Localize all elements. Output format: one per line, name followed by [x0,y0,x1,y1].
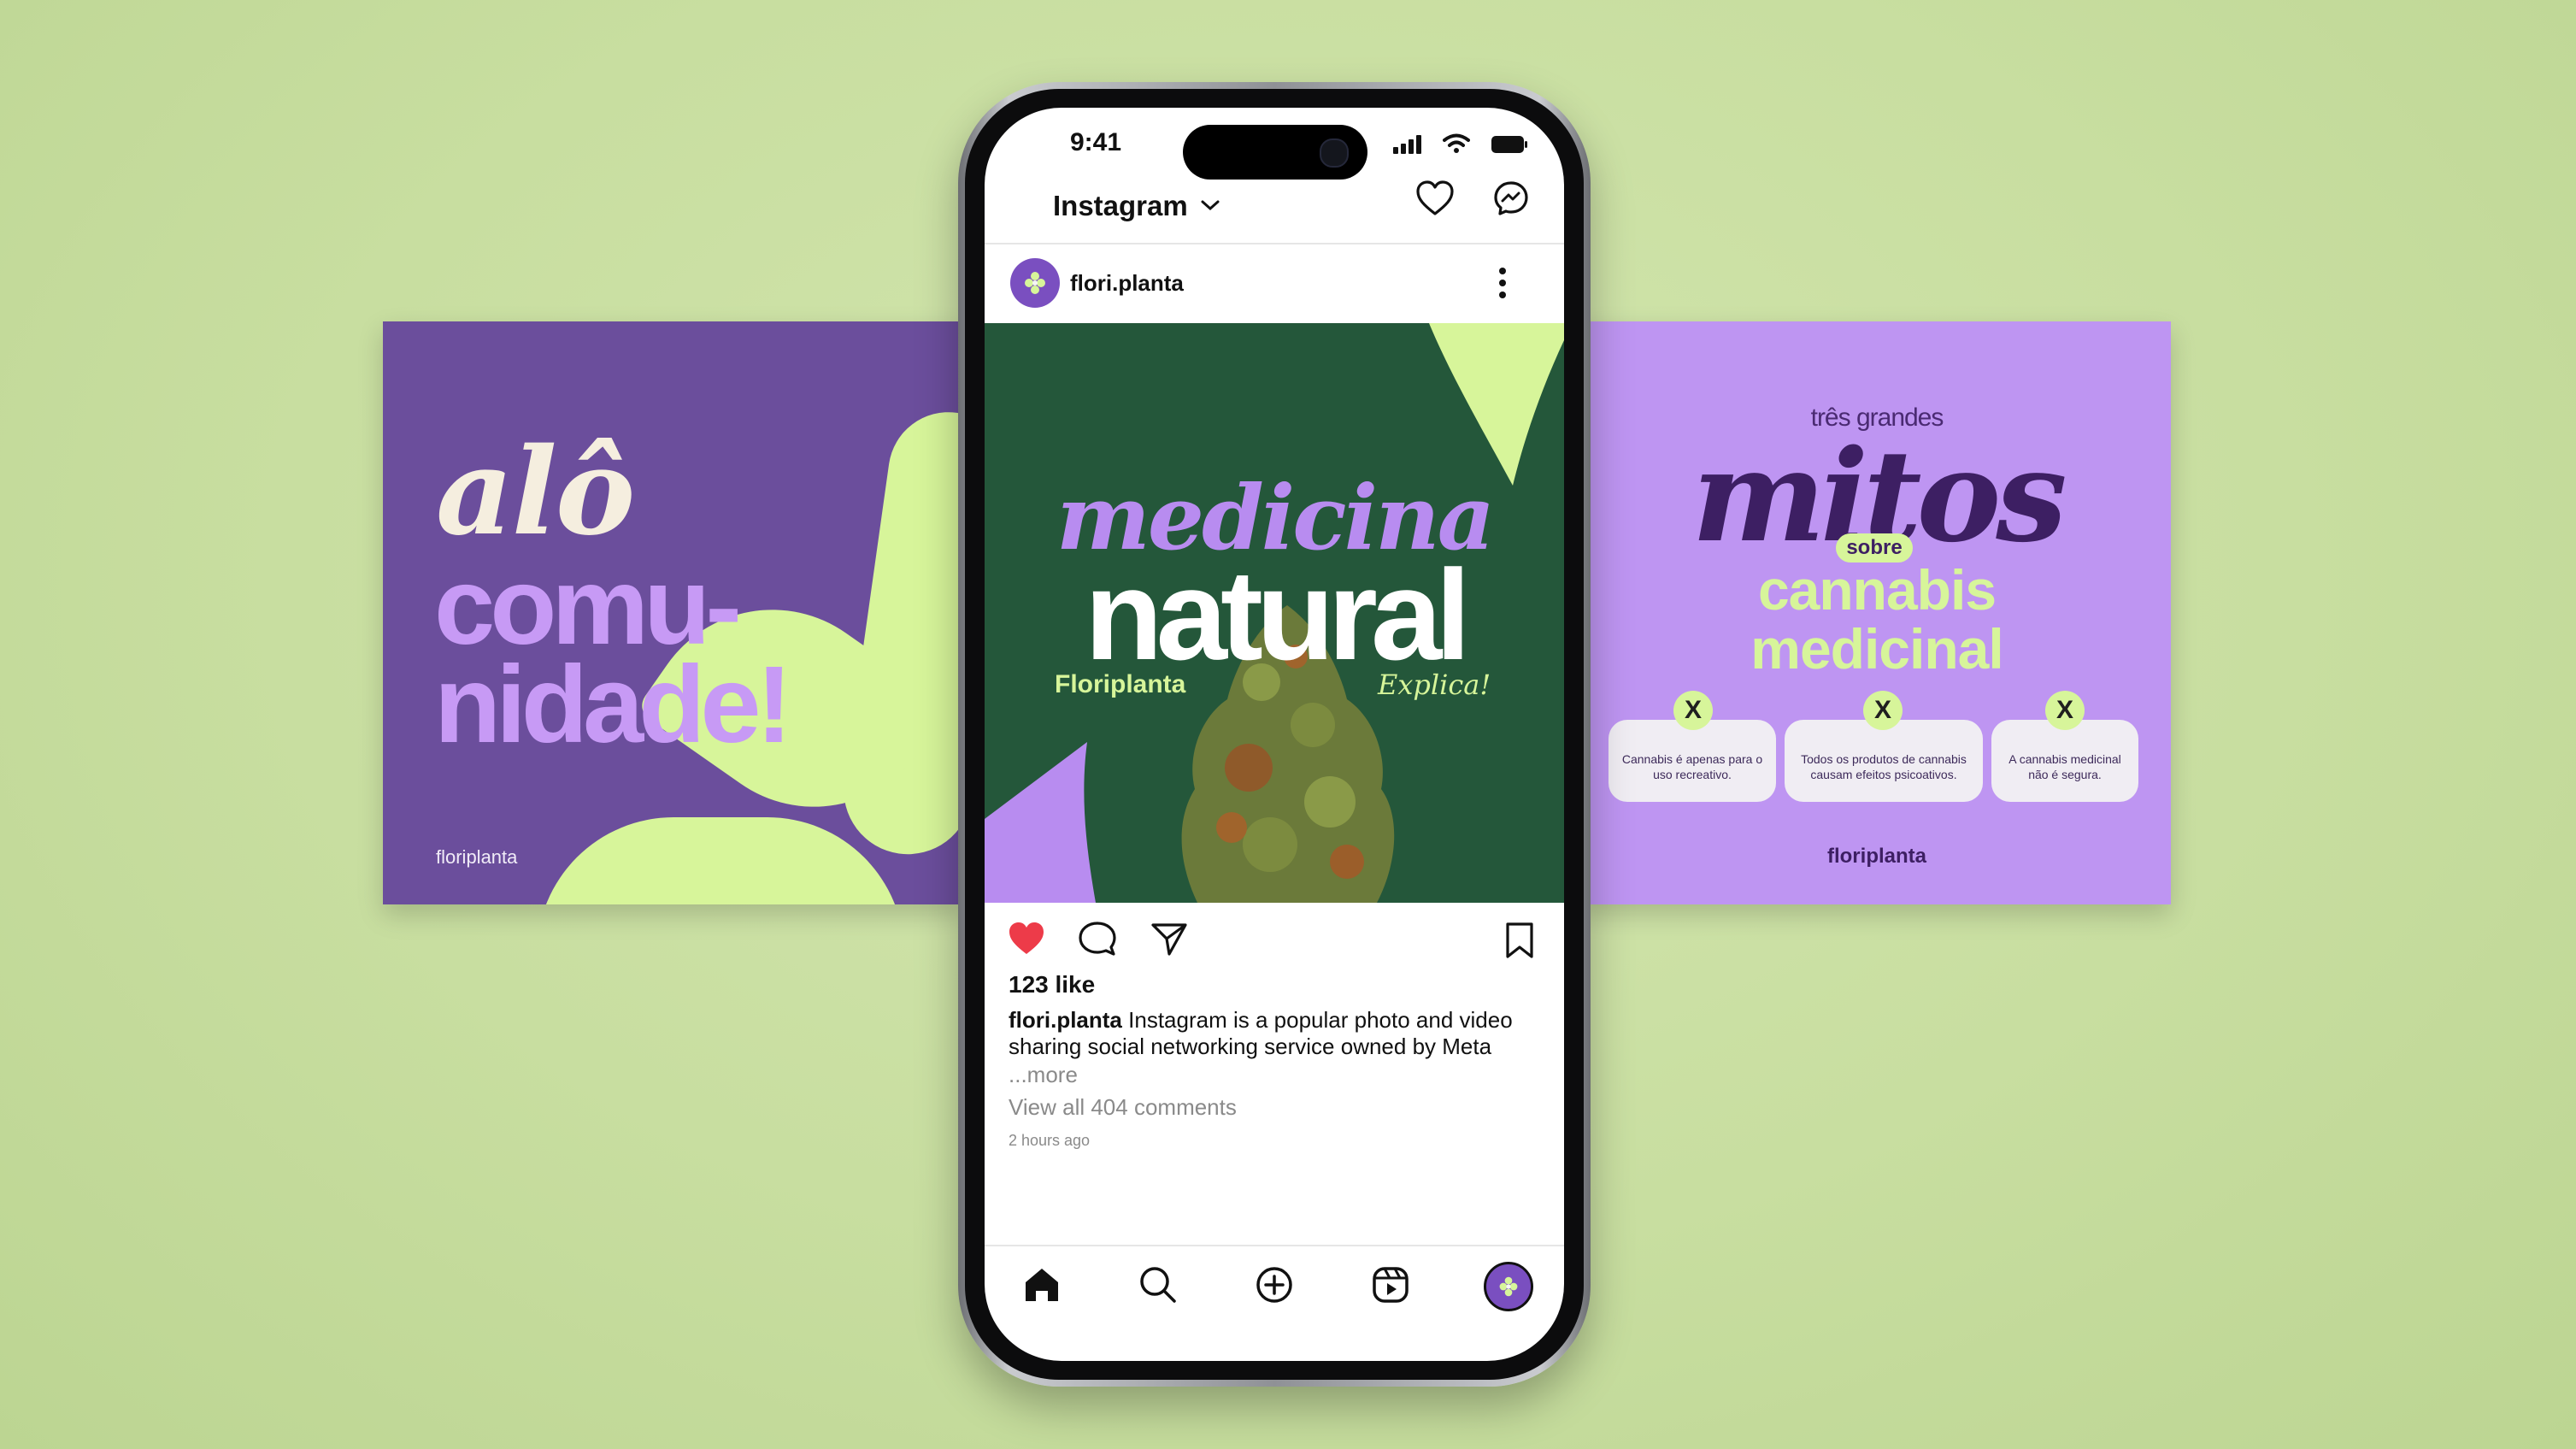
right-card-brand: floriplanta [1826,845,1926,868]
reels-icon[interactable] [1371,1265,1410,1305]
status-time: 9:41 [1070,128,1122,156]
post-image-tag: Explica! [1378,669,1491,701]
left-card-brand: floriplanta [436,846,518,868]
right-carousel-card: três grandes mitos sobre cannabis medici… [1583,321,2171,904]
subhead-line-2: medicinal [1750,617,2003,681]
post-image[interactable]: medicina natural Floriplanta Explica! [985,323,1564,903]
search-icon[interactable] [1138,1265,1178,1305]
front-camera [1320,138,1349,168]
myth-card-2: Todos os produtos de cannabis causam efe… [1785,720,1983,802]
battery-icon [1491,136,1527,153]
header-divider [985,243,1564,244]
flower-logo-icon [1499,1276,1518,1297]
share-send-icon[interactable] [1150,922,1188,957]
heart-icon[interactable] [1415,180,1455,217]
post-image-brand: Floriplanta [1055,670,1186,698]
left-carousel-card: alô comu- nidade! floriplanta [383,321,964,904]
subhead-line-1: cannabis [1757,558,1997,621]
bottom-nav-divider [985,1245,1564,1246]
wifi-icon [1443,133,1470,153]
view-comments-link[interactable]: View all 404 comments [1009,1094,1237,1121]
home-icon[interactable] [1022,1265,1062,1305]
right-card-subhead: cannabis medicinal [1583,558,2171,681]
post-username[interactable]: flori.planta [1070,270,1184,297]
like-filled-heart-icon[interactable] [1007,920,1046,957]
bookmark-icon[interactable] [1504,922,1535,959]
add-post-icon[interactable] [1255,1265,1294,1305]
caption-more-link[interactable]: ...more [1009,1062,1078,1088]
myth-x-badge-1: X [1673,691,1713,730]
phone-screen: 9:41 Instagram flori.planta medicina nat… [985,108,1564,1361]
post-avatar[interactable] [1010,258,1060,308]
cellular-signal-icon [1393,135,1421,154]
leaf-shape-bottom [537,817,904,904]
lime-leaf-shape [1429,323,1564,486]
comment-icon[interactable] [1079,922,1116,957]
flower-logo-icon [1025,272,1045,294]
myth-card-3: A cannabis medicinal não é segura. [1991,720,2138,802]
left-card-title-alo: alô [436,422,635,563]
chevron-down-icon[interactable] [1200,197,1220,214]
myth-card-1: Cannabis é apenas para o uso recreativo. [1609,720,1776,802]
more-options-icon[interactable] [1497,267,1508,299]
purple-leaf-shape [985,742,1096,903]
messenger-icon[interactable] [1492,180,1530,217]
myth-x-badge-3: X [2045,691,2085,730]
caption-username[interactable]: flori.planta [1009,1007,1122,1033]
myth-x-badge-2: X [1863,691,1903,730]
post-timestamp: 2 hours ago [1009,1132,1091,1149]
profile-avatar[interactable] [1484,1262,1533,1311]
post-caption: flori.planta Instagram is a popular phot… [1009,1007,1538,1060]
left-card-title-nidade: nidade! [434,644,792,766]
likes-count[interactable]: 123 like [1009,971,1095,998]
post-image-natural: natural [1084,543,1471,686]
app-title[interactable]: Instagram [1053,190,1188,222]
